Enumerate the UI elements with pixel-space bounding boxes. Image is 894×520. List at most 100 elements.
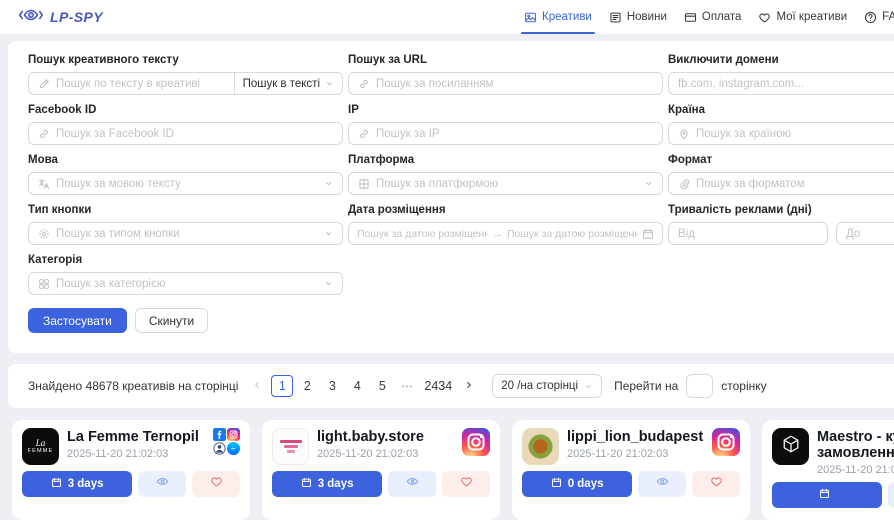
apply-button[interactable]: Застосувати	[28, 308, 127, 333]
filter-label-placement-date: Дата розміщення	[348, 204, 663, 216]
favorite-button[interactable]	[192, 471, 240, 497]
placeholder-text: Пошук за посиланням	[376, 78, 653, 90]
filter-label-button-type: Тип кнопки	[28, 204, 343, 216]
page: LP-SPY Креативи Новини Оплата Мої креативи F…	[0, 0, 894, 520]
reset-button[interactable]: Скинути	[135, 308, 208, 333]
calendar-icon	[551, 477, 562, 491]
platform-input[interactable]: Пошук за платформою	[348, 172, 663, 195]
chevron-down-icon	[584, 382, 593, 391]
card-info: La Femme Ternopil2025-11-20 21:02:03	[67, 428, 205, 465]
nav-item-мої-креативи[interactable]: Мої креативи	[758, 0, 847, 34]
views-button[interactable]	[138, 471, 186, 497]
filter-country: КраїнаПошук за країною	[668, 104, 894, 145]
views-button[interactable]	[638, 471, 686, 497]
card-header: lippi_lion_budapest2025-11-20 21:02:03	[522, 428, 740, 465]
pagination-page-4[interactable]: 4	[346, 375, 368, 397]
days-badge-button[interactable]: 0 days	[522, 471, 632, 497]
placeholder-text: Пошук за Facebook ID	[56, 128, 333, 140]
days-badge-button[interactable]	[772, 482, 882, 508]
calendar-icon	[301, 477, 312, 491]
lp-spy-logo[interactable]: LP-SPY	[18, 6, 103, 29]
placeholder-text: Пошук за мовою тексту	[56, 178, 318, 190]
chevron-down-icon	[644, 179, 653, 188]
avatar-text: La	[36, 439, 46, 448]
creative-text-text-input[interactable]: Пошук по тексту в креативі	[29, 78, 228, 90]
card-actions: 3 days	[272, 471, 490, 497]
placeholder-text: Пошук по тексту в креативі	[56, 78, 219, 90]
messenger-icon	[227, 442, 240, 455]
url-input[interactable]: Пошук за посиланням	[348, 72, 663, 95]
pagination-page-3[interactable]: 3	[321, 375, 343, 397]
nav-item-новини[interactable]: Новини	[609, 0, 667, 34]
goto-label-suffix: сторінку	[721, 379, 766, 393]
nav-item-faq[interactable]: FAQ	[864, 0, 894, 34]
favorite-button[interactable]	[692, 471, 740, 497]
pagination-page-1[interactable]: 1	[271, 375, 293, 397]
header: LP-SPY Креативи Новини Оплата Мої креативи F…	[0, 0, 894, 34]
text-search-mode-value: Пошук в тексті	[243, 78, 320, 90]
pagination-page-5[interactable]: 5	[371, 375, 393, 397]
card-timestamp: 2025-11-20 21:02:03	[67, 448, 205, 460]
heart-icon	[460, 475, 473, 493]
instagram-icon	[227, 428, 240, 441]
main-nav: Креативи Новини Оплата Мої креативи FAQ	[524, 0, 894, 34]
filter-label-format: Формат	[668, 154, 894, 166]
filter-duration: Тривалість реклами (дні) Від До	[668, 204, 894, 245]
facebook-id-input[interactable]: Пошук за Facebook ID	[28, 122, 343, 145]
card-header: Maestro - кухні, мезамовлення в Ужго2025…	[772, 428, 894, 476]
placeholder-text: Пошук за IP	[376, 128, 653, 140]
filter-format: Формат Пошук за форматом	[668, 154, 894, 195]
nav-item-оплата[interactable]: Оплата	[684, 0, 742, 34]
card-info: light.baby.store 2025-11-20 21:02:03	[317, 428, 454, 465]
duration-to-input[interactable]: До	[836, 222, 894, 245]
link-icon	[358, 128, 370, 140]
favorite-button[interactable]	[442, 471, 490, 497]
filter-ip: IPПошук за IP	[348, 104, 663, 145]
chevron-down-icon	[324, 279, 333, 288]
pagination-page-2434[interactable]: 2434	[421, 375, 455, 397]
country-input[interactable]: Пошук за країною	[668, 122, 894, 145]
exclude-domains-input[interactable]: fb.com, instagram.com...	[668, 72, 894, 95]
placeholder-text: Пошук за форматом	[696, 178, 894, 190]
text-search-mode-select[interactable]: Пошук в тексті	[234, 73, 342, 94]
calendar-icon	[642, 228, 654, 240]
placement-date-input[interactable]: Пошук за датою розміщення→Пошук за датою…	[348, 222, 663, 245]
views-button[interactable]	[888, 482, 894, 508]
filter-label-duration: Тривалість реклами (дні)	[668, 204, 894, 216]
nav-item-label: Оплата	[702, 11, 742, 23]
grid-icon	[38, 278, 50, 290]
days-badge-button[interactable]: 3 days	[272, 471, 382, 497]
instagram-icon	[462, 428, 490, 456]
avatar: LaFEMME	[22, 428, 59, 465]
facebook-icon	[213, 428, 226, 441]
placeholder-text: Пошук за платформою	[376, 178, 638, 190]
question-icon	[864, 11, 877, 24]
pagination-page-2[interactable]: 2	[296, 375, 318, 397]
days-badge-button[interactable]: 3 days	[22, 471, 132, 497]
creative-text-input[interactable]: Пошук по тексту в креативі Пошук в тексті	[28, 72, 343, 95]
duration-from-input[interactable]: Від	[668, 222, 828, 245]
arrow-right-icon: →	[492, 228, 503, 240]
ip-input[interactable]: Пошук за IP	[348, 122, 663, 145]
eye-icon	[656, 475, 669, 493]
card-info: lippi_lion_budapest2025-11-20 21:02:03	[567, 428, 704, 465]
placeholder-text: Від	[678, 228, 818, 240]
category-input[interactable]: Пошук за категорією	[28, 272, 343, 295]
placeholder-text: Пошук за датою розміщення	[507, 228, 638, 240]
card-timestamp: 2025-11-20 21:02:03	[317, 448, 454, 460]
filter-actions: Застосувати Скинути	[28, 308, 894, 333]
language-input[interactable]: Пошук за мовою тексту	[28, 172, 343, 195]
pagination-ellipsis: •••	[396, 375, 418, 397]
card-title: lippi_lion_budapest	[567, 429, 704, 445]
pagination-prev[interactable]	[246, 375, 268, 397]
card-title: light.baby.store	[317, 429, 454, 445]
goto-page-input[interactable]	[686, 374, 713, 398]
views-button[interactable]	[388, 471, 436, 497]
button-type-input[interactable]: Пошук за типом кнопки	[28, 222, 343, 245]
page-size-select[interactable]: 20 /на сторінці	[492, 374, 602, 398]
calendar-icon	[51, 477, 62, 491]
format-input[interactable]: Пошук за форматом	[668, 172, 894, 195]
paperclip-icon	[678, 178, 690, 190]
pagination-next[interactable]	[458, 375, 480, 397]
nav-item-креативи[interactable]: Креативи	[524, 0, 592, 34]
